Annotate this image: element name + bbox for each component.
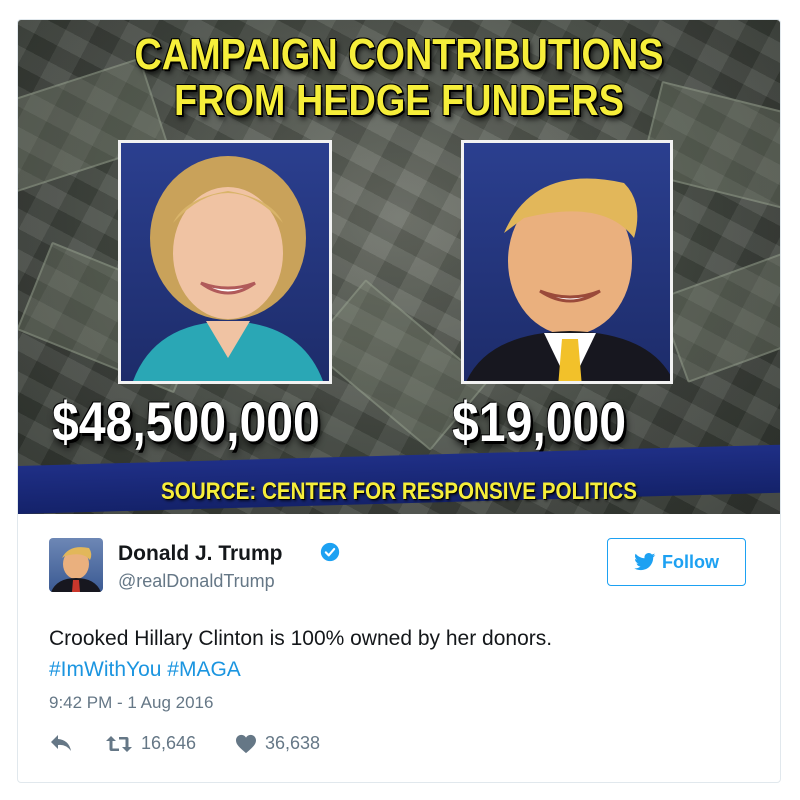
reply-icon [51, 735, 71, 751]
hashtag-link[interactable]: #MAGA [167, 658, 241, 681]
retweet-button[interactable]: 16,646 [105, 733, 196, 754]
left-portrait-illustration [133, 156, 323, 381]
tweet-card: CAMPAIGN CONTRIBUTIONS FROM HEDGE FUNDER… [17, 19, 781, 783]
hashtag-link[interactable]: #ImWithYou [49, 658, 161, 681]
tweet-timestamp[interactable]: 9:42 PM - 1 Aug 2016 [49, 693, 213, 713]
follow-label: Follow [662, 551, 719, 572]
like-button[interactable]: 36,638 [235, 733, 320, 754]
retweet-count: 16,646 [141, 733, 197, 753]
author-avatar[interactable] [49, 538, 103, 592]
right-amount: $19,000 [452, 390, 627, 453]
reply-button[interactable] [49, 733, 73, 753]
author-name[interactable]: Donald J. Trump [118, 542, 283, 566]
heart-icon [236, 734, 256, 753]
like-count: 36,638 [265, 733, 321, 753]
verified-check-icon [320, 542, 340, 562]
left-candidate-photo [118, 140, 332, 384]
tweet-hashtags: #ImWithYou #MAGA [49, 654, 749, 685]
retweet-icon [106, 735, 132, 752]
twitter-bird-icon [634, 553, 656, 571]
author-handle[interactable]: @realDonaldTrump [118, 571, 275, 592]
tweet-body: Crooked Hillary Clinton is 100% owned by… [49, 627, 553, 650]
media-headline: CAMPAIGN CONTRIBUTIONS FROM HEDGE FUNDER… [71, 32, 726, 124]
left-amount: $48,500,000 [52, 390, 320, 453]
avatar-illustration [51, 547, 101, 592]
follow-button[interactable]: Follow [607, 538, 746, 586]
right-portrait-illustration [466, 178, 670, 381]
money-background [657, 247, 780, 383]
right-candidate-photo [461, 140, 673, 384]
tweet-text: Crooked Hillary Clinton is 100% owned by… [49, 623, 749, 685]
tweet-media-image[interactable]: CAMPAIGN CONTRIBUTIONS FROM HEDGE FUNDER… [18, 20, 780, 514]
media-source: SOURCE: CENTER FOR RESPONSIVE POLITICS [161, 478, 637, 505]
headline-line-1: CAMPAIGN CONTRIBUTIONS [134, 30, 664, 79]
headline-line-2: FROM HEDGE FUNDERS [174, 76, 624, 125]
